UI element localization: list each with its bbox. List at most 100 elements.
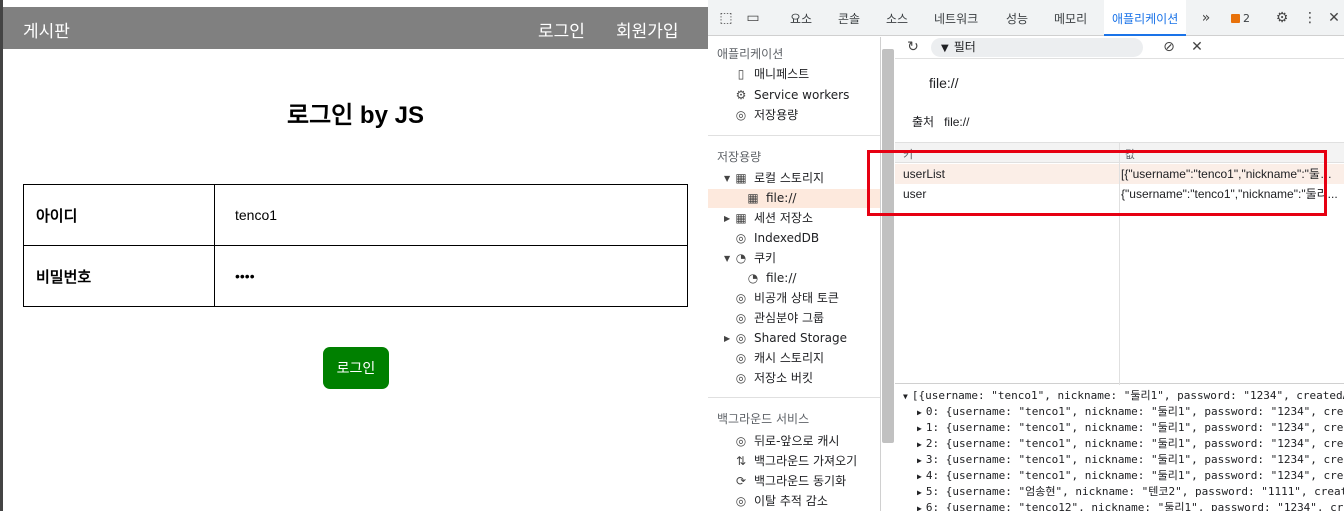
filter-icon: ▼ xyxy=(941,43,949,54)
issues-count: 2 xyxy=(1243,12,1250,25)
inspect-element-icon[interactable]: ⬚ xyxy=(718,10,734,26)
password-row: 비밀번호 •••• xyxy=(23,245,688,307)
sidebar-scrollbar[interactable] xyxy=(882,49,894,443)
origin-line: 출처 file:// xyxy=(912,113,969,130)
sidebar-item-private-state-tokens[interactable]: ◎ 비공개 상태 토큰 xyxy=(734,289,839,308)
expand-triangle-icon: ▶ xyxy=(917,472,922,481)
table-icon: ▦ xyxy=(747,191,759,205)
expand-triangle-icon: ▶ xyxy=(917,488,922,497)
sidebar-item-storage[interactable]: ◎ 저장용량 xyxy=(734,106,798,125)
value-preview-pane: ▼ [{username: "tenco1", nickname: "둘리1", … xyxy=(895,385,1344,511)
sidebar-item-shared-storage[interactable]: ◎ Shared Storage xyxy=(734,329,847,348)
document-icon: ▯ xyxy=(737,67,745,81)
sidebar-item-manifest[interactable]: ▯ 매니페스트 xyxy=(734,65,810,84)
close-devtools-icon[interactable]: ✕ xyxy=(1326,10,1342,26)
preview-item-line[interactable]: ▶ 2: {username: "tenco1", nickname: "둘리1"… xyxy=(917,436,1344,452)
refresh-icon[interactable]: ↻ xyxy=(905,39,921,55)
web-page: 게시판 로그인 회원가입 로그인 by JS 아이디 tenco1 비밀번호 •… xyxy=(0,0,708,511)
device-toolbar-icon[interactable]: ▭ xyxy=(745,10,761,26)
password-label: 비밀번호 xyxy=(23,245,215,307)
collapse-triangle-icon: ▼ xyxy=(903,392,908,401)
delete-selected-icon[interactable]: ✕ xyxy=(1189,39,1205,55)
expand-local-storage-icon[interactable]: ▼ xyxy=(724,174,730,183)
origin-value: file:// xyxy=(944,115,970,129)
page-title: 로그인 by JS xyxy=(287,102,424,129)
database-icon: ◎ xyxy=(735,351,747,365)
sidebar-item-service-workers[interactable]: ⚙ Service workers xyxy=(734,86,850,105)
sidebar-item-cookies[interactable]: ◔ 쿠키 xyxy=(734,249,776,268)
preview-item-line[interactable]: ▶ 5: {username: "엄송현", nickname: "텐코2", p… xyxy=(917,484,1344,500)
issues-badge[interactable]: 2 xyxy=(1228,12,1253,26)
nav-login-link[interactable]: 로그인 xyxy=(538,17,585,42)
sidebar-item-cache-storage[interactable]: ◎ 캐시 스토리지 xyxy=(734,349,824,368)
sidebar-item-local-storage[interactable]: ▦ 로컬 스토리지 xyxy=(734,169,824,188)
filter-input[interactable]: ▼ 필터 xyxy=(931,38,1143,57)
clear-all-icon[interactable]: ⊘ xyxy=(1161,39,1177,55)
sidebar-item-bounce-tracking[interactable]: ◎ 이탈 추적 감소 xyxy=(734,492,828,511)
gear-icon: ⚙ xyxy=(735,88,747,102)
expand-triangle-icon: ▶ xyxy=(917,408,922,417)
expand-session-storage-icon[interactable]: ▶ xyxy=(724,214,730,223)
expand-triangle-icon: ▶ xyxy=(917,440,922,449)
login-form-table: 아이디 tenco1 비밀번호 •••• xyxy=(23,184,688,307)
preview-item-line[interactable]: ▶ 4: {username: "tenco1", nickname: "둘리1"… xyxy=(917,468,1344,484)
database-icon: ◎ xyxy=(735,331,747,345)
expand-cookies-icon[interactable]: ▼ xyxy=(724,254,730,263)
database-icon: ◎ xyxy=(735,371,747,385)
more-tabs-icon[interactable]: » xyxy=(1198,10,1214,26)
more-options-icon[interactable]: ⋮ xyxy=(1302,10,1318,26)
login-button[interactable]: 로그인 xyxy=(323,347,389,389)
expand-shared-storage-icon[interactable]: ▶ xyxy=(724,334,730,343)
tab-console[interactable]: 콘솔 xyxy=(838,0,860,36)
tab-performance[interactable]: 성능 xyxy=(1006,0,1028,36)
expand-triangle-icon: ▶ xyxy=(917,504,922,511)
tab-elements[interactable]: 요소 xyxy=(790,0,812,36)
devtools-panel: ⬚ ▭ 요소 콘솔 소스 네트워크 성능 메모리 애플리케이션 » 2 ⚙ ⋮ … xyxy=(708,0,1344,511)
database-icon: ◎ xyxy=(735,434,747,448)
username-label: 아이디 xyxy=(23,184,215,246)
preview-item-line[interactable]: ▶ 0: {username: "tenco1", nickname: "둘리1"… xyxy=(917,404,1344,420)
cookie-icon: ◔ xyxy=(735,251,747,265)
sync-icon: ⟳ xyxy=(735,474,747,488)
username-input[interactable]: tenco1 xyxy=(214,184,688,246)
tab-application[interactable]: 애플리케이션 xyxy=(1104,0,1187,36)
sidebar-item-interest-groups[interactable]: ◎ 관심분야 그룹 xyxy=(734,309,824,328)
preview-item-line[interactable]: ▶ 3: {username: "tenco1", nickname: "둘리1"… xyxy=(917,452,1344,468)
tab-memory[interactable]: 메모리 xyxy=(1054,0,1087,36)
preview-item-line[interactable]: ▶ 1: {username: "tenco1", nickname: "둘리1"… xyxy=(917,420,1344,436)
brand-link[interactable]: 게시판 xyxy=(23,17,70,42)
expand-triangle-icon: ▶ xyxy=(917,456,922,465)
origin-title: file:// xyxy=(929,75,959,91)
sidebar-item-local-storage-file[interactable]: ▦ file:// xyxy=(708,189,880,208)
sidebar-item-session-storage[interactable]: ▦ 세션 저장소 xyxy=(734,209,813,228)
preview-item-line[interactable]: ▶ 6: {username: "tenco12", nickname: "둘리1… xyxy=(917,500,1344,511)
application-sidebar: 애플리케이션 ▯ 매니페스트 ⚙ Service workers ◎ 저장용량 저장용… xyxy=(708,37,881,511)
table-icon: ▦ xyxy=(735,171,747,185)
sidebar-item-indexeddb[interactable]: ◎ IndexedDB xyxy=(734,229,819,248)
expand-triangle-icon: ▶ xyxy=(917,424,922,433)
top-navbar: 게시판 로그인 회원가입 xyxy=(3,7,708,49)
password-input[interactable]: •••• xyxy=(214,245,688,307)
tab-network[interactable]: 네트워크 xyxy=(934,0,978,36)
sidebar-item-background-sync[interactable]: ⟳ 백그라운드 동기화 xyxy=(734,472,846,491)
section-background-heading: 백그라운드 서비스 xyxy=(717,412,810,426)
preview-root-line[interactable]: ▼ [{username: "tenco1", nickname: "둘리1", … xyxy=(903,388,1344,404)
sidebar-divider xyxy=(708,397,880,398)
section-storage-heading: 저장용량 xyxy=(717,150,762,164)
database-icon: ◎ xyxy=(735,494,747,508)
database-icon: ◎ xyxy=(735,108,747,122)
origin-label: 출처 xyxy=(912,115,935,129)
settings-gear-icon[interactable]: ⚙ xyxy=(1274,10,1290,26)
storage-toolbar: ↻ ▼ 필터 ⊘ ✕ xyxy=(895,37,1344,59)
devtools-tabbar: ⬚ ▭ 요소 콘솔 소스 네트워크 성능 메모리 애플리케이션 » 2 ⚙ ⋮ … xyxy=(708,0,1344,36)
sidebar-item-background-fetch[interactable]: ⇅ 백그라운드 가져오기 xyxy=(734,452,857,471)
storage-main-pane: ↻ ▼ 필터 ⊘ ✕ file:// 출처 file:// 키 값 userList… xyxy=(895,37,1344,511)
sidebar-item-storage-buckets[interactable]: ◎ 저장소 버킷 xyxy=(734,369,813,388)
sidebar-item-bfcache[interactable]: ◎ 뒤로-앞으로 캐시 xyxy=(734,432,840,451)
table-icon: ▦ xyxy=(735,211,747,225)
tab-sources[interactable]: 소스 xyxy=(886,0,908,36)
nav-signup-link[interactable]: 회원가입 xyxy=(616,17,679,42)
arrows-updown-icon: ⇅ xyxy=(735,454,747,468)
sidebar-item-cookies-file[interactable]: ◔ file:// xyxy=(746,269,797,288)
database-icon: ◎ xyxy=(735,231,747,245)
